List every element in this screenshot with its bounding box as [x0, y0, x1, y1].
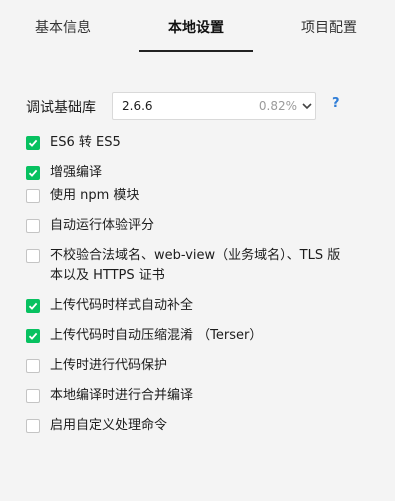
checkbox[interactable] [26, 419, 40, 433]
checkbox[interactable] [26, 389, 40, 403]
debug-lib-version: 2.6.6 [122, 99, 153, 113]
debug-lib-percent: 0.82% [258, 99, 297, 113]
debug-lib-select[interactable]: 2.6.6 0.82% [112, 92, 316, 120]
checkbox[interactable] [26, 136, 40, 150]
checkbox[interactable] [26, 299, 40, 313]
option-label: 本地编译时进行合并编译 [50, 388, 194, 403]
tab-project-config[interactable]: 项目配置 [282, 0, 376, 52]
option-label: 自动运行体验评分 [50, 218, 155, 233]
debug-lib-row: 调试基础库 2.6.6 0.82% ? [26, 92, 366, 120]
checkmark-icon [28, 169, 38, 177]
option-label: ES6 转 ES5 [50, 135, 121, 150]
checkmark-icon [28, 302, 38, 310]
checkmark-icon [28, 332, 38, 340]
checkbox[interactable] [26, 329, 40, 343]
option-label: 增强编译 [50, 165, 103, 180]
checkmark-icon [28, 139, 38, 147]
checkbox[interactable] [26, 249, 40, 263]
option-label: 启用自定义处理命令 [50, 418, 168, 433]
tab-local-settings[interactable]: 本地设置 [139, 0, 253, 52]
option-label: 使用 npm 模块 [50, 188, 140, 203]
option-label: 上传代码时自动压缩混淆 （Terser） [50, 328, 263, 343]
checkbox[interactable] [26, 189, 40, 203]
help-icon[interactable]: ? [332, 96, 346, 116]
option-label: 上传时进行代码保护 [50, 358, 168, 373]
tab-bar: 基本信息 本地设置 项目配置 [0, 0, 395, 52]
checkbox[interactable] [26, 359, 40, 373]
debug-lib-label: 调试基础库 [26, 100, 96, 116]
tab-basic-info[interactable]: 基本信息 [16, 0, 110, 52]
checkbox[interactable] [26, 219, 40, 233]
option-label: 上传代码时样式自动补全 [50, 298, 194, 313]
option-label: 不校验合法域名、web-view（业务域名）、TLS 版本以及 HTTPS 证书 [50, 248, 341, 283]
checkbox[interactable] [26, 166, 40, 180]
chevron-down-icon [302, 103, 312, 110]
